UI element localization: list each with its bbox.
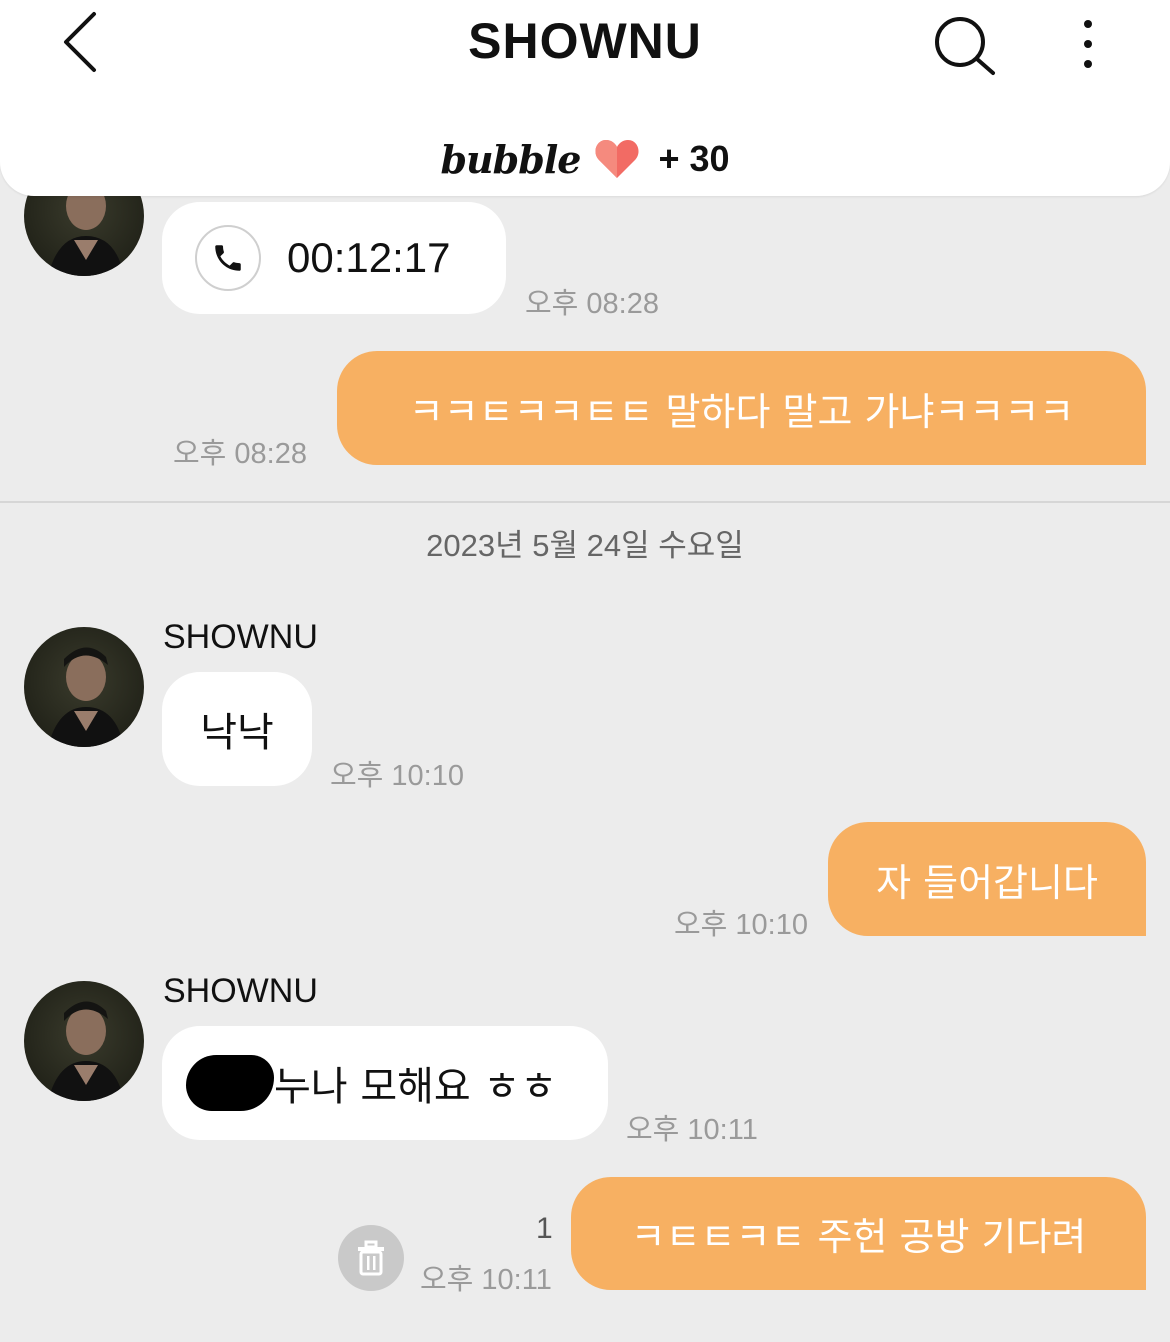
- incoming-message[interactable]: 낙낙: [162, 672, 312, 786]
- search-button[interactable]: [930, 12, 1002, 78]
- outgoing-message[interactable]: ㅋㅋㅌㅋㅋㅌㅌ 말하다 말고 가냐ㅋㅋㅋㅋ: [337, 351, 1146, 465]
- redaction-scribble: [186, 1055, 274, 1111]
- message-time: 오후 08:28: [173, 438, 307, 470]
- avatar[interactable]: [24, 627, 144, 747]
- phone-icon: [195, 225, 261, 291]
- call-duration: 00:12:17: [287, 234, 451, 281]
- avatar-photo: [48, 647, 124, 747]
- message-time: 오후 10:10: [330, 760, 464, 792]
- message-text: 자 들어갑니다: [876, 860, 1098, 905]
- message-time: 오후 10:10: [674, 909, 808, 941]
- bubble-status: bubble + 30: [0, 134, 1170, 184]
- call-bubble[interactable]: 00:12:17: [162, 202, 506, 314]
- outgoing-message[interactable]: ㅋㅌㅌㅋㅌ 주헌 공방 기다려: [571, 1177, 1146, 1290]
- bubble-logo: bubble: [440, 136, 581, 182]
- avatar[interactable]: [24, 981, 144, 1101]
- avatar-photo: [48, 1001, 124, 1101]
- search-icon: [935, 17, 995, 75]
- message-text: ㅋㅌㅌㅋㅌ 주헌 공방 기다려: [630, 1215, 1087, 1259]
- delete-button[interactable]: [338, 1225, 404, 1291]
- divider: [0, 501, 1170, 503]
- chat-header: SHOWNU bubble + 30: [0, 0, 1170, 196]
- incoming-message[interactable]: 누나 모해요 ㅎㅎ: [162, 1026, 608, 1140]
- outgoing-message[interactable]: 자 들어갑니다: [828, 822, 1146, 936]
- message-time: 오후 10:11: [420, 1264, 552, 1296]
- trash-icon: [358, 1240, 384, 1276]
- message-text: ㅋㅋㅌㅋㅋㅌㅌ 말하다 말고 가냐ㅋㅋㅋㅋ: [408, 389, 1075, 434]
- date-separator: 2023년 5월 24일 수요일: [426, 528, 744, 563]
- heart-icon: [595, 140, 639, 178]
- message-text: 낙낙: [200, 710, 274, 756]
- message-time: 오후 10:11: [626, 1114, 758, 1146]
- more-vertical-icon: [1084, 20, 1092, 68]
- more-options-button[interactable]: [1066, 12, 1110, 76]
- sender-name: SHOWNU: [163, 618, 318, 656]
- message-text: 누나 모해요 ㅎㅎ: [274, 1064, 558, 1110]
- sender-name: SHOWNU: [163, 972, 318, 1010]
- bubble-count: + 30: [658, 138, 730, 179]
- unread-count: 1: [536, 1212, 553, 1245]
- message-time: 오후 08:28: [525, 288, 659, 320]
